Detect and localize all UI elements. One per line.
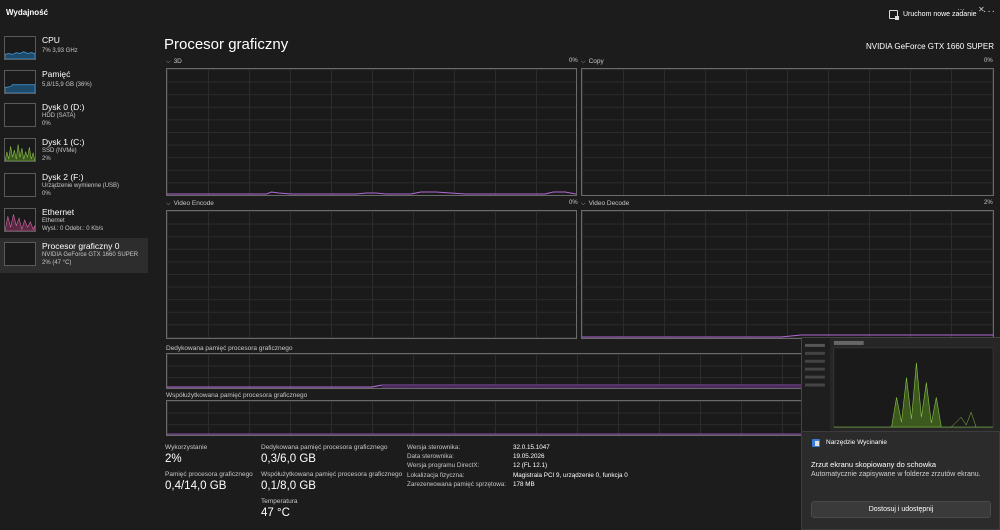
graph-copy-selector[interactable]: ⌵ Copy: [581, 58, 604, 66]
graph-3d-line: [167, 191, 576, 195]
disk-0-thumbnail: [4, 103, 36, 127]
notification-close-button[interactable]: ✕: [978, 5, 985, 14]
sidebar-item-ethernet[interactable]: Ethernet Ethernet Wysł.: 0 Odebr.: 0 Kb/…: [0, 204, 148, 239]
sidebar-item-label: Dysk 2 (F:): [42, 172, 84, 182]
sidebar-item-label: Procesor graficzny 0: [42, 241, 120, 251]
sidebar-item-detail: HDD (SATA): [42, 113, 76, 119]
graph-copy-percent: 0%: [984, 58, 993, 64]
page-title: Procesor graficzny: [164, 36, 289, 53]
usage-label: Wykorzystanie: [165, 444, 208, 451]
sidebar-item-gpu-0[interactable]: Procesor graficzny 0 NVIDIA GeForce GTX …: [0, 238, 148, 273]
gpu-memory-value: 0,4/14,0 GB: [165, 480, 227, 492]
sidebar-item-detail: NVIDIA GeForce GTX 1660 SUPER: [42, 252, 139, 258]
shared-memory-label: Współużytkowana pamięć procesora graficz…: [261, 471, 403, 478]
graph-decode-label: Video Decode: [588, 200, 630, 207]
temperature-label: Temperatura: [261, 498, 298, 505]
usage-value: 2%: [165, 453, 182, 465]
gpu-0-thumbnail: [4, 242, 36, 266]
sidebar-item-cpu[interactable]: CPU 7% 3,93 GHz: [0, 32, 148, 67]
title-bar: Wydajność Uruchom nowe zadanie ···: [0, 0, 1000, 28]
sidebar-item-detail: Urządzenie wymienne (USB): [42, 183, 120, 189]
chevron-down-icon: ⌵: [166, 201, 171, 207]
driver-date-value: 19.05.2026: [513, 453, 545, 460]
screenshot-preview[interactable]: [801, 337, 1000, 433]
graph-copy-label: Copy: [588, 58, 604, 65]
sidebar-item-label: Pamięć: [42, 69, 71, 79]
temperature-value: 47 °C: [261, 507, 290, 519]
driver-date-label: Data sterownika:: [407, 453, 454, 460]
directx-version-label: Wersja programu DirectX:: [407, 462, 480, 469]
sidebar-item-disk-1[interactable]: Dysk 1 (C:) SSD (NVMe) 2%: [0, 134, 148, 169]
sidebar-item-label: CPU: [42, 35, 60, 45]
reserved-memory-value: 178 MB: [513, 481, 535, 488]
sidebar-item-label: Dysk 1 (C:): [42, 137, 85, 147]
gpu-memory-label: Pamięć procesora graficznego: [165, 471, 253, 478]
performance-sidebar: CPU 7% 3,93 GHz Pamięć 5,8/15,9 GB (36%)…: [0, 28, 150, 530]
graph-video-encode: [166, 210, 577, 339]
graph-3d: [166, 68, 577, 196]
notification-more-button[interactable]: ···: [957, 5, 965, 14]
run-new-task-label: Uruchom nowe zadanie: [903, 10, 977, 18]
graph-video-decode: [581, 210, 994, 339]
new-task-icon: [889, 9, 899, 20]
dedicated-memory-label: Dedykowana pamięć procesora graficznego: [261, 444, 388, 451]
sidebar-item-usage: 2%: [42, 156, 51, 162]
sidebar-item-disk-2[interactable]: Dysk 2 (F:) Urządzenie wymienne (USB) 0%: [0, 169, 148, 204]
snipping-tool-notification[interactable]: Narzędzie Wycinanie Zrzut ekranu skopiow…: [801, 431, 1000, 530]
driver-version-value: 32.0.15.1047: [513, 444, 550, 451]
notification-app-name: Narzędzie Wycinanie: [826, 439, 887, 446]
snipping-tool-icon: [812, 439, 820, 447]
sidebar-item-label: Dysk 0 (D:): [42, 102, 85, 112]
graph-copy: [581, 68, 994, 196]
sidebar-item-memory[interactable]: Pamięć 5,8/15,9 GB (36%): [0, 66, 148, 101]
chevron-down-icon: ⌵: [581, 59, 586, 65]
more-options-button[interactable]: ···: [983, 6, 996, 17]
gpu-model-name: NVIDIA GeForce GTX 1660 SUPER: [865, 42, 994, 51]
sidebar-item-usage: 0%: [42, 121, 51, 127]
graph-encode-selector[interactable]: ⌵ Video Encode: [166, 200, 214, 208]
driver-version-label: Wersja sterownika:: [407, 444, 461, 451]
sidebar-item-detail: 7% 3,93 GHz: [42, 48, 78, 54]
sidebar-item-disk-0[interactable]: Dysk 0 (D:) HDD (SATA) 0%: [0, 99, 148, 134]
sidebar-item-detail: SSD (NVMe): [42, 148, 77, 154]
cpu-thumbnail: [4, 36, 36, 60]
sidebar-item-usage: 2% (47 °C): [42, 260, 72, 266]
disk-1-thumbnail: [4, 138, 36, 162]
notification-body: Automatycznie zapisywane w folderze zrzu…: [811, 471, 981, 478]
chevron-down-icon: ⌵: [166, 59, 171, 65]
preview-image: [802, 338, 1000, 433]
graph-3d-label: 3D: [173, 58, 182, 65]
memory-thumbnail: [4, 70, 36, 94]
graph-encode-percent: 0%: [569, 200, 578, 206]
graph-encode-label: Video Encode: [173, 200, 214, 207]
graph-decode-percent: 2%: [984, 200, 993, 206]
sidebar-item-usage: 0%: [42, 191, 51, 197]
graph-3d-selector[interactable]: ⌵ 3D: [166, 58, 182, 66]
sidebar-item-throughput: Wysł.: 0 Odebr.: 0 Kb/s: [42, 226, 104, 232]
edit-and-share-button[interactable]: Dostosuj i udostępnij: [811, 501, 991, 518]
physical-location-label: Lokalizacja fizyczna:: [407, 472, 465, 479]
physical-location-value: Magistrala PCI 9, urządzenie 0, funkcja …: [513, 472, 628, 479]
reserved-memory-label: Zarezerwowana pamięć sprzętowa:: [407, 481, 507, 488]
sidebar-item-detail: Ethernet: [42, 218, 65, 224]
graph-decode-selector[interactable]: ⌵ Video Decode: [581, 200, 629, 208]
shared-memory-graph-label: Współużytkowana pamięć procesora graficz…: [166, 392, 308, 399]
sidebar-item-label: Ethernet: [42, 207, 75, 217]
page-heading: Wydajność: [6, 8, 49, 17]
notification-heading: Zrzut ekranu skopiowany do schowka: [811, 460, 937, 469]
dedicated-memory-graph-label: Dedykowana pamięć procesora graficznego: [166, 345, 293, 352]
shared-memory-value: 0,1/8,0 GB: [261, 480, 316, 492]
ethernet-thumbnail: [4, 208, 36, 232]
chevron-down-icon: ⌵: [581, 201, 586, 207]
graph-3d-percent: 0%: [569, 58, 578, 64]
sidebar-item-detail: 5,8/15,9 GB (36%): [42, 82, 92, 88]
dedicated-memory-value: 0,3/6,0 GB: [261, 453, 316, 465]
disk-2-thumbnail: [4, 173, 36, 197]
directx-version-value: 12 (FL 12.1): [513, 462, 548, 469]
